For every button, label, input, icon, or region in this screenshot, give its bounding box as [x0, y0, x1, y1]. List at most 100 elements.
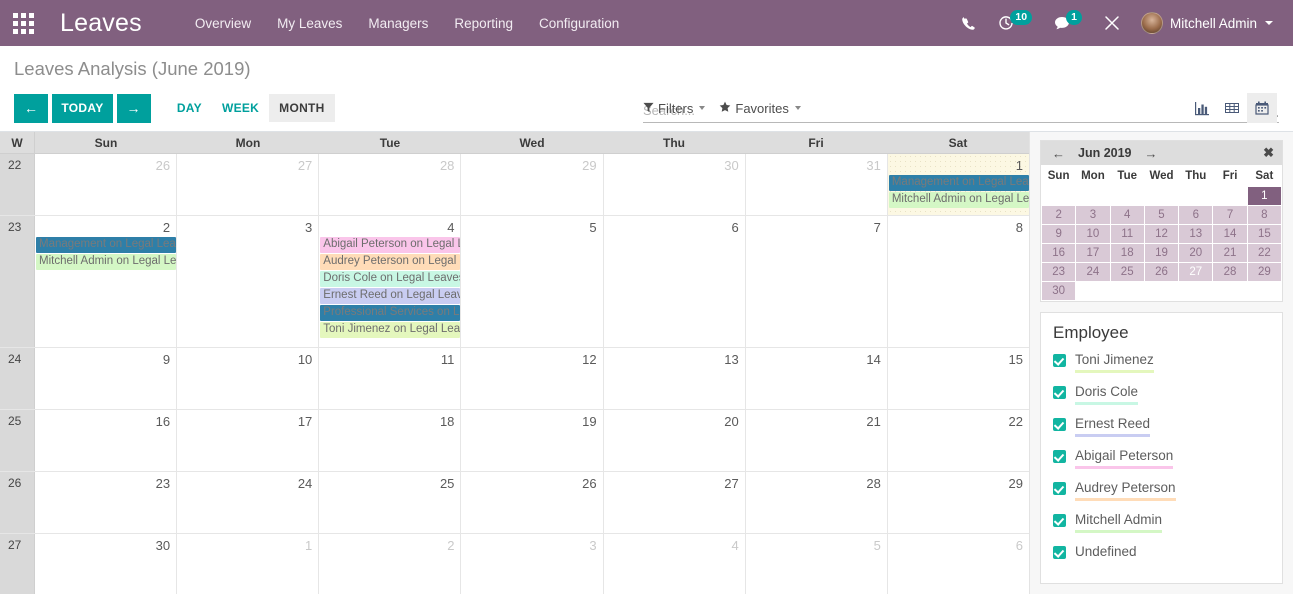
calendar-event[interactable]: Audrey Peterson on Legal Leaves: [320, 254, 461, 270]
employee-filter-item[interactable]: Audrey Peterson: [1053, 479, 1270, 501]
mini-cal-day-cell[interactable]: 16: [1040, 243, 1077, 263]
employee-filter-item[interactable]: Abigail Peterson: [1053, 447, 1270, 469]
mini-cal-day-cell[interactable]: 19: [1143, 243, 1180, 263]
calendar-day-cell[interactable]: 21: [746, 410, 888, 471]
week-number[interactable]: 25: [0, 410, 35, 471]
today-button[interactable]: TODAY: [52, 93, 113, 123]
calendar-day-cell[interactable]: 29: [461, 154, 604, 215]
list-view-icon[interactable]: [1217, 93, 1247, 123]
calendar-day-cell[interactable]: 2 Management on Legal LeavesMitchell Admi…: [35, 216, 178, 347]
calendar-day-cell[interactable]: 28: [746, 472, 888, 533]
mini-cal-day-cell[interactable]: 26: [1143, 262, 1180, 282]
week-number[interactable]: 27: [0, 534, 35, 594]
employee-filter-item[interactable]: Ernest Reed: [1053, 415, 1270, 437]
calendar-day-cell[interactable]: 19: [461, 410, 604, 471]
employee-filter-item[interactable]: Undefined: [1053, 543, 1270, 561]
calendar-day-cell[interactable]: 27: [604, 472, 746, 533]
calendar-day-cell[interactable]: 27: [177, 154, 320, 215]
menu-item-reporting[interactable]: Reporting: [441, 2, 526, 45]
mini-cal-day-cell[interactable]: 3: [1075, 205, 1111, 225]
app-brand-title[interactable]: Leaves: [60, 9, 142, 38]
mini-cal-day-cell[interactable]: 7: [1212, 205, 1248, 225]
calendar-day-cell[interactable]: 3: [461, 534, 604, 594]
menu-item-my-leaves[interactable]: My Leaves: [264, 2, 355, 45]
calendar-day-cell[interactable]: 16: [35, 410, 178, 471]
mini-cal-day-cell[interactable]: 23: [1040, 262, 1077, 282]
calendar-event[interactable]: Management on Legal Leaves: [36, 237, 177, 253]
mini-cal-day-cell[interactable]: 6: [1178, 205, 1214, 225]
mini-cal-day-cell[interactable]: 27: [1178, 262, 1214, 282]
calendar-day-cell[interactable]: 18: [319, 410, 462, 471]
calendar-day-cell[interactable]: 14: [746, 348, 888, 409]
mini-cal-day-cell[interactable]: 5: [1143, 205, 1180, 225]
calendar-day-cell[interactable]: 1: [177, 534, 320, 594]
calendar-day-cell[interactable]: 2: [319, 534, 462, 594]
employee-filter-checkbox[interactable]: [1053, 514, 1066, 527]
calendar-day-cell[interactable]: 20: [604, 410, 746, 471]
employee-filter-item[interactable]: Toni Jimenez: [1053, 351, 1270, 373]
calendar-event[interactable]: Management on Legal Leaves: [888, 175, 1029, 191]
calendar-day-cell[interactable]: 22: [888, 410, 1029, 471]
filters-dropdown[interactable]: Filters: [643, 101, 706, 116]
calendar-day-cell[interactable]: 4: [604, 534, 746, 594]
mini-cal-title[interactable]: Jun 2019: [1078, 146, 1132, 160]
mini-cal-day-cell[interactable]: 20: [1178, 243, 1214, 263]
calendar-view-icon[interactable]: [1247, 93, 1277, 123]
graph-view-icon[interactable]: [1187, 93, 1217, 123]
mini-cal-day-cell[interactable]: 10: [1075, 224, 1111, 244]
calendar-event[interactable]: Doris Cole on Legal Leaves: [320, 271, 461, 287]
calendar-day-cell[interactable]: 6: [604, 216, 746, 347]
employee-filter-checkbox[interactable]: [1053, 386, 1066, 399]
employee-filter-checkbox[interactable]: [1053, 354, 1066, 367]
mini-cal-day-cell[interactable]: 28: [1212, 262, 1248, 282]
mini-cal-day-cell[interactable]: 18: [1109, 243, 1145, 263]
calendar-day-cell[interactable]: 30: [35, 534, 178, 594]
calendar-day-cell[interactable]: 10: [177, 348, 320, 409]
employee-filter-checkbox[interactable]: [1053, 546, 1066, 559]
calendar-event[interactable]: Professional Services on Legal Leaves: [320, 305, 461, 321]
mini-cal-prev-icon[interactable]: ←: [1049, 147, 1068, 160]
calendar-day-cell[interactable]: 13: [604, 348, 746, 409]
mini-cal-day-cell[interactable]: 4: [1109, 205, 1145, 225]
scale-month-button[interactable]: MONTH: [269, 94, 335, 122]
mini-cal-day-cell[interactable]: 1: [1246, 186, 1283, 206]
week-number[interactable]: 26: [0, 472, 35, 533]
mini-cal-day-cell[interactable]: 30: [1040, 281, 1077, 301]
calendar-day-cell[interactable]: 11: [319, 348, 462, 409]
calendar-day-cell[interactable]: 1 Management on Legal LeavesMitchell Admi…: [887, 154, 1029, 215]
week-number[interactable]: 24: [0, 348, 35, 409]
calendar-day-cell[interactable]: 12: [461, 348, 604, 409]
mini-cal-day-cell[interactable]: 11: [1109, 224, 1145, 244]
calendar-event[interactable]: Mitchell Admin on Legal Leaves: [888, 192, 1029, 208]
calendar-day-cell[interactable]: 7: [746, 216, 888, 347]
menu-item-configuration[interactable]: Configuration: [526, 2, 632, 45]
calendar-event[interactable]: Toni Jimenez on Legal Leaves: [320, 322, 461, 338]
mini-cal-day-cell[interactable]: 2: [1040, 205, 1077, 225]
scale-day-button[interactable]: DAY: [167, 94, 212, 122]
mini-cal-day-cell[interactable]: 29: [1246, 262, 1283, 282]
mini-cal-day-cell[interactable]: 12: [1143, 224, 1180, 244]
favorites-dropdown[interactable]: Favorites: [719, 101, 801, 116]
apps-grid-icon[interactable]: [0, 0, 46, 46]
calendar-day-cell[interactable]: 6: [888, 534, 1029, 594]
mini-cal-day-cell[interactable]: 13: [1178, 224, 1214, 244]
week-number[interactable]: 23: [0, 216, 35, 347]
employee-filter-item[interactable]: Mitchell Admin: [1053, 511, 1270, 533]
mini-cal-day-cell[interactable]: 24: [1075, 262, 1111, 282]
calendar-day-cell[interactable]: 30: [604, 154, 746, 215]
mini-cal-day-cell[interactable]: 14: [1212, 224, 1248, 244]
mini-cal-day-cell[interactable]: 8: [1246, 205, 1283, 225]
employee-filter-checkbox[interactable]: [1053, 482, 1066, 495]
calendar-event[interactable]: Ernest Reed on Legal Leaves: [320, 288, 461, 304]
activity-clock-icon[interactable]: 10: [987, 0, 1043, 46]
menu-item-managers[interactable]: Managers: [355, 2, 441, 45]
calendar-event[interactable]: Abigail Peterson on Legal Leaves: [320, 237, 461, 253]
calendar-day-cell[interactable]: 4 Abigail Peterson on Legal LeavesAudrey …: [319, 216, 462, 347]
calendar-day-cell[interactable]: 9: [35, 348, 178, 409]
calendar-day-cell[interactable]: 17: [177, 410, 320, 471]
scale-week-button[interactable]: WEEK: [212, 94, 269, 122]
calendar-day-cell[interactable]: 29: [888, 472, 1029, 533]
phone-icon[interactable]: [950, 0, 987, 46]
calendar-event[interactable]: Mitchell Admin on Legal Leaves: [36, 254, 177, 270]
calendar-day-cell[interactable]: 5: [746, 534, 888, 594]
